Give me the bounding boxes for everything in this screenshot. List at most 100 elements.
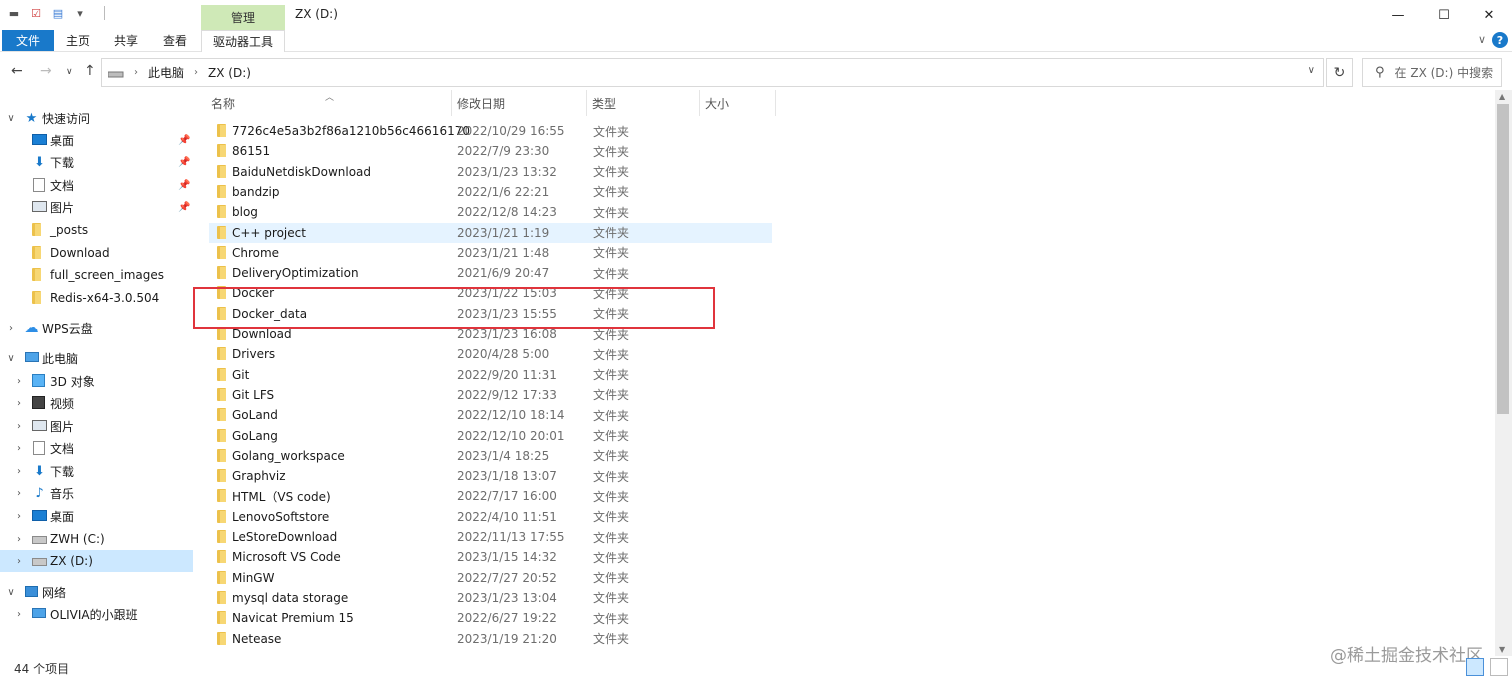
tab-share[interactable]: 共享 [106, 30, 146, 51]
file-row[interactable]: Chrome 2023/1/21 1:48 文件夹 [209, 243, 772, 263]
file-row[interactable]: Golang_workspace 2023/1/4 18:25 文件夹 [209, 446, 772, 466]
file-row[interactable]: blog 2022/12/8 14:23 文件夹 [209, 202, 772, 222]
pin-icon[interactable]: 📌 [178, 157, 190, 168]
column-header-name[interactable]: 名称 [211, 90, 235, 116]
minimize-button[interactable]: — [1375, 0, 1421, 30]
breadcrumb-this-pc[interactable]: 此电脑 [148, 64, 184, 81]
nav-network[interactable]: ∨ 网络 [0, 581, 193, 603]
file-row[interactable]: GoLang 2022/12/10 20:01 文件夹 [209, 426, 772, 446]
back-arrow-icon[interactable]: ← [11, 63, 23, 79]
file-row[interactable]: bandzip 2022/1/6 22:21 文件夹 [209, 182, 772, 202]
manage-tab[interactable]: 管理 [201, 5, 285, 30]
expand-icon[interactable]: ∨ [6, 113, 16, 124]
nav-item-pictures[interactable]: 图片 📌 [0, 196, 193, 218]
large-icons-view-button[interactable] [1490, 658, 1508, 676]
file-row[interactable]: 86151 2022/7/9 23:30 文件夹 [209, 141, 772, 161]
nav-item-drive-d[interactable]: › ZX (D:) [0, 550, 193, 572]
expand-icon[interactable]: ∨ [6, 353, 16, 364]
file-row[interactable]: Netease 2023/1/19 21:20 文件夹 [209, 629, 772, 649]
chevron-down-icon[interactable]: ∨ [1308, 65, 1315, 76]
column-divider[interactable] [699, 90, 700, 116]
file-row[interactable]: MinGW 2022/7/27 20:52 文件夹 [209, 568, 772, 588]
file-row[interactable]: DeliveryOptimization 2021/6/9 20:47 文件夹 [209, 263, 772, 283]
help-icon[interactable]: ? [1492, 32, 1508, 48]
forward-arrow-icon[interactable]: → [40, 63, 52, 79]
tab-file[interactable]: 文件 [2, 30, 54, 51]
expand-icon[interactable]: › [14, 534, 24, 545]
nav-item-drive-c[interactable]: › ZWH (C:) [0, 528, 193, 550]
chevron-down-icon[interactable]: ∨ [1478, 33, 1486, 46]
address-bar[interactable]: › 此电脑 › ZX (D:) ∨ [101, 58, 1324, 87]
tab-drive-tools[interactable]: 驱动器工具 [201, 30, 285, 52]
file-row[interactable]: BaiduNetdiskDownload 2023/1/23 13:32 文件夹 [209, 162, 772, 182]
nav-item-documents-pc[interactable]: › 文档 [0, 437, 193, 459]
nav-this-pc[interactable]: ∨ 此电脑 [0, 347, 193, 369]
nav-quick-access[interactable]: ∨ ★ 快速访问 [0, 107, 193, 129]
column-header-date[interactable]: 修改日期 [457, 90, 505, 116]
column-header-type[interactable]: 类型 [592, 90, 616, 116]
search-input[interactable]: ⚲ 在 ZX (D:) 中搜索 [1362, 58, 1502, 87]
nav-item-downloads[interactable]: ⬇ 下载 📌 [0, 151, 193, 173]
scroll-up-icon[interactable]: ▲ [1499, 92, 1505, 101]
breadcrumb-drive[interactable]: ZX (D:) [208, 66, 251, 80]
maximize-button[interactable]: ☐ [1421, 0, 1467, 30]
file-row[interactable]: Graphviz 2023/1/18 13:07 文件夹 [209, 466, 772, 486]
expand-icon[interactable]: › [14, 466, 24, 477]
scroll-down-icon[interactable]: ▼ [1499, 645, 1505, 654]
breadcrumb-arrow-icon[interactable]: › [134, 67, 138, 78]
nav-item-3d-objects[interactable]: › 3D 对象 [0, 370, 193, 392]
file-row[interactable]: LenovoSoftstore 2022/4/10 11:51 文件夹 [209, 507, 772, 527]
file-row[interactable]: mysql data storage 2023/1/23 13:04 文件夹 [209, 588, 772, 608]
nav-item-music[interactable]: › ♪ 音乐 [0, 482, 193, 504]
expand-icon[interactable]: › [14, 511, 24, 522]
file-row[interactable]: Microsoft VS Code 2023/1/15 14:32 文件夹 [209, 547, 772, 567]
nav-item-posts[interactable]: _posts [0, 219, 193, 241]
file-row[interactable]: 7726c4e5a3b2f86a1210b56c46616170 2022/10/… [209, 121, 772, 141]
nav-item-redis[interactable]: Redis-x64-3.0.504 [0, 287, 193, 309]
up-arrow-icon[interactable]: ↑ [84, 63, 96, 79]
nav-item-desktop-pc[interactable]: › 桌面 [0, 505, 193, 527]
nav-item-downloads-pc[interactable]: › ⬇ 下载 [0, 460, 193, 482]
nav-item-documents[interactable]: 文档 📌 [0, 174, 193, 196]
new-folder-icon[interactable]: ▤ [50, 6, 66, 20]
tab-view[interactable]: 查看 [155, 30, 195, 51]
nav-item-videos[interactable]: › 视频 [0, 392, 193, 414]
expand-icon[interactable]: › [6, 323, 16, 334]
column-divider[interactable] [775, 90, 776, 116]
expand-icon[interactable]: › [14, 488, 24, 499]
recent-locations-icon[interactable]: ∨ [66, 67, 73, 77]
file-row[interactable]: Drivers 2020/4/28 5:00 文件夹 [209, 344, 772, 364]
details-view-button[interactable] [1466, 658, 1484, 676]
expand-icon[interactable]: › [14, 398, 24, 409]
customize-toolbar-icon[interactable]: ▾ [72, 6, 88, 20]
vertical-scrollbar[interactable]: ▲ ▼ [1495, 90, 1512, 656]
file-row[interactable]: Navicat Premium 15 2022/6/27 19:22 文件夹 [209, 608, 772, 628]
file-row[interactable]: Git 2022/9/20 11:31 文件夹 [209, 365, 772, 385]
tab-home[interactable]: 主页 [58, 30, 98, 51]
nav-item-download-folder[interactable]: Download [0, 242, 193, 264]
nav-item-network-computer[interactable]: › OLIVIA的小跟班 [0, 603, 193, 625]
expand-icon[interactable]: › [14, 609, 24, 620]
close-button[interactable]: ✕ [1466, 0, 1512, 30]
nav-item-full-screen-images[interactable]: full_screen_images [0, 264, 193, 286]
file-row[interactable]: HTML（VS code) 2022/7/17 16:00 文件夹 [209, 486, 772, 506]
file-row[interactable]: GoLand 2022/12/10 18:14 文件夹 [209, 405, 772, 425]
nav-item-desktop[interactable]: 桌面 📌 [0, 129, 193, 151]
nav-item-pictures-pc[interactable]: › 图片 [0, 415, 193, 437]
expand-icon[interactable]: › [14, 376, 24, 387]
file-row[interactable]: LeStoreDownload 2022/11/13 17:55 文件夹 [209, 527, 772, 547]
pin-icon[interactable]: 📌 [178, 180, 190, 191]
expand-icon[interactable]: › [14, 556, 24, 567]
column-header-size[interactable]: 大小 [705, 90, 729, 116]
nav-wps-cloud[interactable]: › ☁ WPS云盘 [0, 317, 193, 339]
properties-icon[interactable]: ☑ [28, 6, 44, 20]
expand-icon[interactable]: › [14, 421, 24, 432]
expand-icon[interactable]: › [14, 443, 24, 454]
column-divider[interactable] [451, 90, 452, 116]
breadcrumb-arrow-icon[interactable]: › [194, 67, 198, 78]
pin-icon[interactable]: 📌 [178, 202, 190, 213]
drive-icon[interactable]: ▬ [6, 6, 22, 20]
scrollbar-thumb[interactable] [1497, 104, 1509, 414]
column-divider[interactable] [586, 90, 587, 116]
expand-icon[interactable]: ∨ [6, 587, 16, 598]
